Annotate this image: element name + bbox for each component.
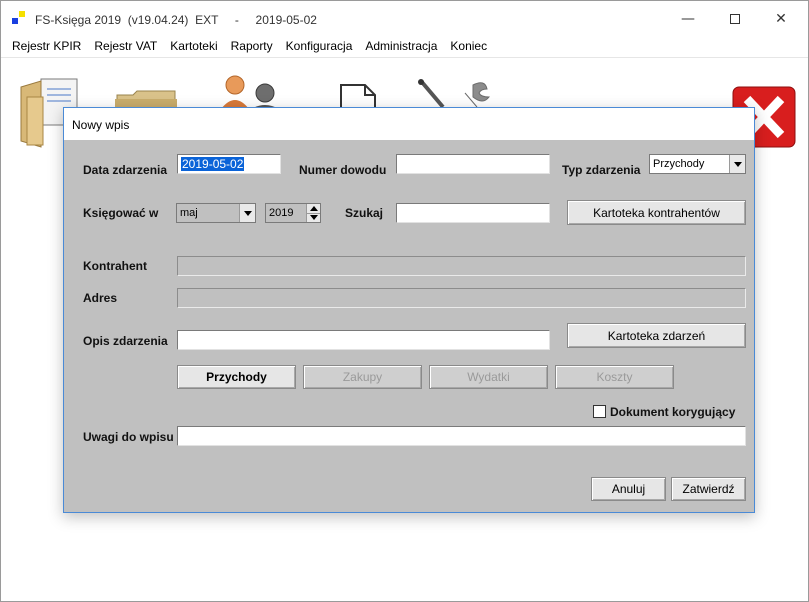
users-icon[interactable] [219,75,287,109]
window-title: FS-Księga 2019 (v19.04.24) EXT - 2019-05… [35,13,317,27]
description-input[interactable] [177,330,550,350]
maximize-icon [730,14,740,24]
date-field[interactable]: 2019-05-02 [177,154,281,174]
month-value: maj [180,207,198,219]
event-type-label: Typ zdarzenia [562,163,641,177]
event-type-select[interactable]: Przychody [649,154,746,174]
spin-up-icon[interactable] [307,204,320,213]
remarks-label: Uwagi do wpisu [83,430,174,444]
proof-number-label: Numer dowodu [299,163,387,177]
tools-icon[interactable] [417,79,495,109]
contractors-card-button[interactable]: Kartoteka kontrahentów [567,200,746,225]
new-entry-dialog: Nowy wpis Data zdarzenia 2019-05-02 Nume… [63,107,755,513]
confirm-button[interactable]: Zatwierdź [671,477,746,501]
spinner-arrows[interactable] [306,204,320,222]
description-label: Opis zdarzenia [83,334,168,348]
cancel-button[interactable]: Anuluj [591,477,666,501]
chevron-down-icon [239,204,255,222]
menu-konfiguracja[interactable]: Konfiguracja [280,36,360,56]
folder-icon[interactable] [113,87,179,109]
costs-button[interactable]: Koszty [555,365,674,389]
dialog-title-bar: Nowy wpis [64,108,754,140]
income-button[interactable]: Przychody [177,365,296,389]
book-in-label: Księgować w [83,206,159,220]
chevron-down-icon [729,155,745,173]
menu-bar: Rejestr KPIR Rejestr VAT Kartoteki Rapor… [1,36,808,56]
address-field [177,288,746,308]
year-value: 2019 [269,207,294,219]
dialog-title: Nowy wpis [72,118,130,132]
search-label: Szukaj [345,206,384,220]
minimize-button[interactable]: — [673,9,703,29]
title-bar: FS-Księga 2019 (v19.04.24) EXT - 2019-05… [1,1,808,35]
month-select[interactable]: maj [176,203,256,223]
spin-down-icon[interactable] [307,212,320,222]
menu-rejestr-kpir[interactable]: Rejestr KPIR [6,36,88,56]
event-type-value: Przychody [653,158,705,170]
search-input[interactable] [396,203,550,223]
year-spinner[interactable]: 2019 [265,203,321,223]
correcting-document-label: Dokument korygujący [610,405,736,419]
date-label: Data zdarzenia [83,163,168,177]
app-window: FS-Księga 2019 (v19.04.24) EXT - 2019-05… [0,0,809,602]
menu-koniec[interactable]: Koniec [444,36,494,56]
document-icon[interactable] [337,81,379,109]
maximize-button[interactable] [720,9,750,29]
events-card-button[interactable]: Kartoteka zdarzeń [567,323,746,348]
correcting-document-checkbox[interactable] [593,405,606,418]
contractor-label: Kontrahent [83,259,147,273]
proof-number-input[interactable] [396,154,550,174]
contractor-field [177,256,746,276]
toolbar-separator [1,57,808,58]
menu-kartoteki[interactable]: Kartoteki [164,36,224,56]
purchases-button[interactable]: Zakupy [303,365,422,389]
date-value: 2019-05-02 [181,157,245,171]
menu-rejestr-vat[interactable]: Rejestr VAT [88,36,164,56]
menu-raporty[interactable]: Raporty [225,36,280,56]
expenses-button[interactable]: Wydatki [429,365,548,389]
address-label: Adres [83,291,118,305]
remarks-input[interactable] [177,426,746,446]
app-logo-icon [12,11,26,25]
close-button[interactable]: ✕ [766,9,796,29]
menu-administracja[interactable]: Administracja [359,36,444,56]
